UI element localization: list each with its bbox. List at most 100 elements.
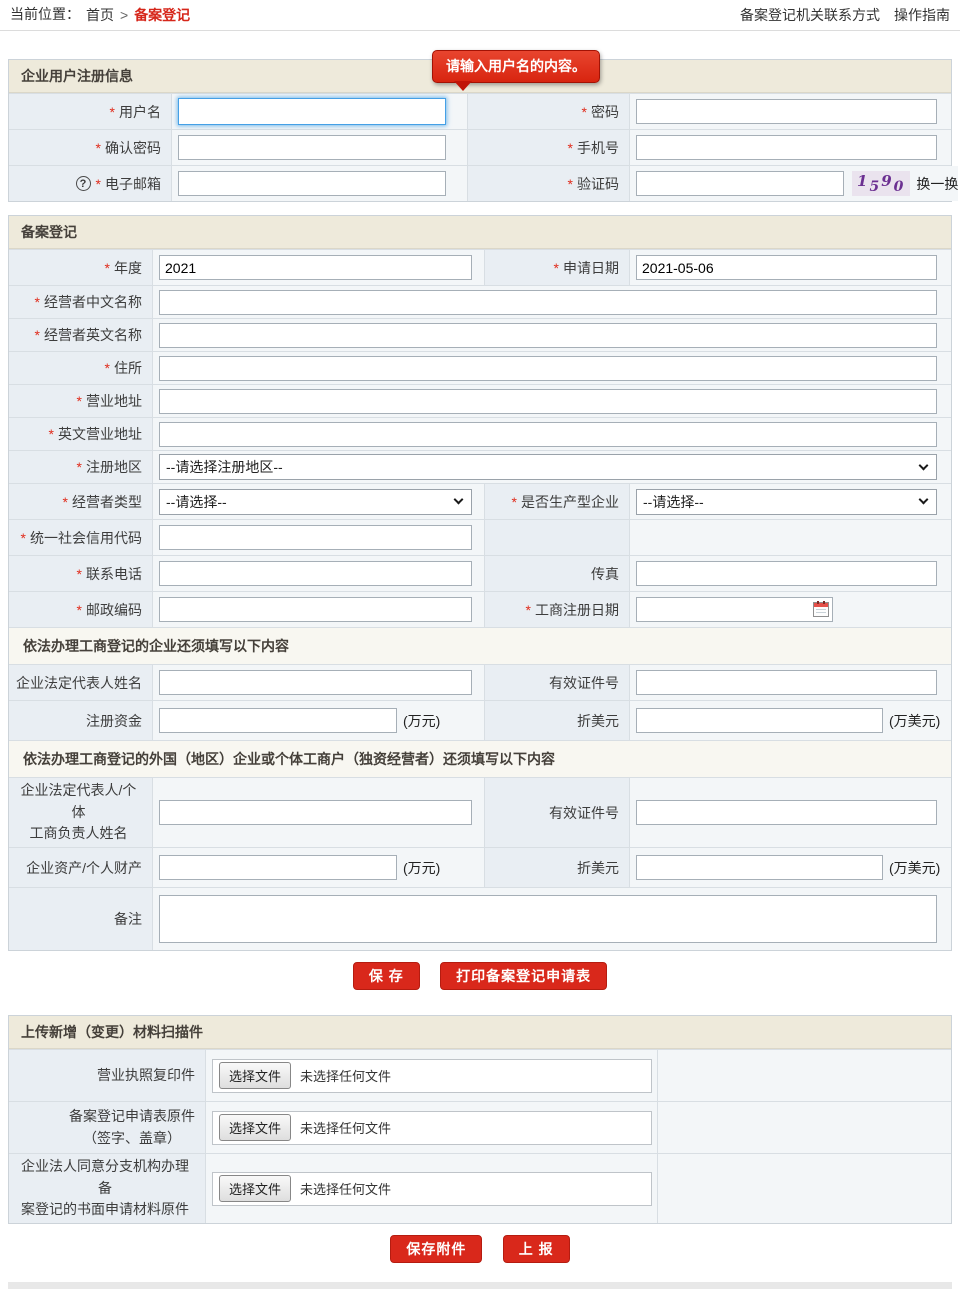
username-validation-tooltip: 请输入用户名的内容。 — [432, 50, 600, 83]
unit-wan-usd: (万美元) — [889, 858, 940, 878]
reg-date-input[interactable] — [636, 597, 833, 622]
breadcrumb-prefix: 当前位置： — [10, 4, 80, 26]
reg-date-field — [636, 597, 833, 622]
row-assets: 企业资产/个人财产 (万元) 折美元 (万美元) — [9, 847, 951, 887]
username-input[interactable] — [178, 98, 446, 125]
fax-input[interactable] — [636, 561, 937, 586]
row-username-password: * 用户名 * 密码 — [9, 93, 951, 129]
foreign-id-no-input[interactable] — [636, 800, 937, 825]
chevron-down-icon — [919, 495, 929, 505]
row-cn-name: * 经营者中文名称 — [9, 285, 951, 318]
foreign-id-no-label: 有效证件号 — [549, 803, 619, 823]
mobile-label: 手机号 — [577, 138, 619, 158]
row-remark: 备注 — [9, 887, 951, 950]
year-label: 年度 — [114, 258, 142, 278]
reg-capital-label: 注册资金 — [86, 711, 142, 731]
row-email-captcha: ? * 电子邮箱 * 验证码 1 5 9 0 换一换 — [9, 165, 951, 201]
row-phone-fax: * 联系电话 传真 — [9, 555, 951, 591]
password-input[interactable] — [636, 99, 937, 124]
production-select[interactable]: --请选择-- — [636, 489, 937, 515]
row-postcode-regdate: * 邮政编码 * 工商注册日期 — [9, 591, 951, 627]
assets-input[interactable] — [159, 855, 397, 880]
operator-type-select[interactable]: --请选择-- — [159, 489, 472, 515]
filing-registration-section: 备案登记 * 年度 * 申请日期 * 经营者中文名称 * 经营者英文名称 * 住… — [8, 215, 952, 951]
save-button[interactable]: 保 存 — [353, 962, 420, 990]
row-year-date: * 年度 * 申请日期 — [9, 249, 951, 285]
assets-usd-label: 折美元 — [577, 858, 619, 878]
apply-date-label: 申请日期 — [563, 258, 619, 278]
row-residence: * 住所 — [9, 351, 951, 384]
en-name-input[interactable] — [159, 323, 937, 348]
header-links: 备案登记机关联系方式 操作指南 — [740, 5, 950, 25]
upload-section: 上传新增（变更）材料扫描件 营业执照复印件 选择文件 未选择任何文件 备案登记申… — [8, 1015, 952, 1224]
biz-addr-input[interactable] — [159, 389, 937, 414]
row-credit-code: * 统一社会信用代码 — [9, 519, 951, 555]
id-no-input[interactable] — [636, 670, 937, 695]
breadcrumb-home-link[interactable]: 首页 — [86, 5, 114, 25]
confirm-password-label-cell: * 确认密码 — [9, 130, 171, 165]
row-reg-region: * 注册地区 --请选择注册地区-- — [9, 450, 951, 483]
reg-region-label: 注册地区 — [86, 457, 142, 477]
reg-region-select[interactable]: --请选择注册地区-- — [159, 454, 937, 480]
confirm-password-input[interactable] — [178, 135, 446, 160]
filing-buttons-row: 保 存 打印备案登记申请表 — [8, 951, 952, 1003]
postcode-input[interactable] — [159, 597, 472, 622]
foreign-subsection-title: 依法办理工商登记的外国（地区）企业或个体工商户（独资经营者）还须填写以下内容 — [9, 740, 951, 777]
save-attachment-button[interactable]: 保存附件 — [390, 1235, 482, 1263]
no-file-text: 未选择任何文件 — [300, 1066, 391, 1085]
submit-button[interactable]: 上 报 — [503, 1235, 570, 1263]
chevron-down-icon — [919, 460, 929, 470]
domestic-subsection-title: 依法办理工商登记的企业还须填写以下内容 — [9, 627, 951, 664]
biz-addr-label: 营业地址 — [86, 391, 142, 411]
help-icon[interactable]: ? — [76, 176, 91, 191]
upload-section-title: 上传新增（变更）材料扫描件 — [9, 1016, 951, 1049]
phone-label: 联系电话 — [86, 564, 142, 584]
captcha-label: 验证码 — [577, 174, 619, 194]
license-copy-filebox: 选择文件 未选择任何文件 — [212, 1059, 652, 1093]
usd-input[interactable] — [636, 708, 883, 733]
breadcrumb: 当前位置： 首页 > 备案登记 — [10, 4, 190, 26]
row-confirm-mobile: * 确认密码 * 手机号 — [9, 129, 951, 165]
credit-code-input[interactable] — [159, 525, 472, 550]
reg-capital-input[interactable] — [159, 708, 397, 733]
captcha-input[interactable] — [636, 171, 844, 196]
license-copy-label: 营业执照复印件 — [97, 1065, 195, 1087]
upload-buttons-row: 保存附件 上 报 — [8, 1224, 952, 1276]
cn-name-input[interactable] — [159, 290, 937, 315]
row-en-name: * 经营者英文名称 — [9, 318, 951, 351]
mobile-input[interactable] — [636, 135, 937, 160]
id-no-label: 有效证件号 — [549, 673, 619, 693]
top-bar: 当前位置： 首页 > 备案登记 备案登记机关联系方式 操作指南 — [0, 0, 960, 31]
filing-section-title: 备案登记 — [9, 216, 951, 249]
choose-file-button[interactable]: 选择文件 — [219, 1175, 291, 1202]
captcha-image[interactable]: 1 5 9 0 — [852, 171, 910, 196]
password-label-cell: * 密码 — [467, 94, 629, 129]
foreign-rep-input[interactable] — [159, 800, 472, 825]
year-input[interactable] — [159, 255, 472, 280]
row-foreign-rep: 企业法定代表人/个体 工商负责人姓名 有效证件号 — [9, 777, 951, 847]
en-biz-addr-input[interactable] — [159, 422, 937, 447]
captcha-refresh-link[interactable]: 换一换 — [916, 174, 958, 194]
choose-file-button[interactable]: 选择文件 — [219, 1114, 291, 1141]
confirm-password-label: 确认密码 — [105, 138, 161, 158]
assets-usd-input[interactable] — [636, 855, 883, 880]
operation-guide-link[interactable]: 操作指南 — [894, 5, 950, 25]
password-label: 密码 — [591, 102, 619, 122]
email-input[interactable] — [178, 171, 446, 196]
assets-label: 企业资产/个人财产 — [26, 858, 142, 878]
credit-code-label: 统一社会信用代码 — [30, 528, 142, 548]
legal-rep-input[interactable] — [159, 670, 472, 695]
apply-date-input[interactable] — [636, 255, 937, 280]
phone-input[interactable] — [159, 561, 472, 586]
reg-date-label: 工商注册日期 — [535, 600, 619, 620]
contact-info-link[interactable]: 备案登记机关联系方式 — [740, 5, 880, 25]
remark-textarea[interactable] — [159, 895, 937, 943]
legal-rep-label: 企业法定代表人姓名 — [16, 673, 142, 693]
calendar-icon[interactable] — [813, 602, 829, 617]
choose-file-button[interactable]: 选择文件 — [219, 1062, 291, 1089]
residence-input[interactable] — [159, 356, 937, 381]
captcha-label-cell: * 验证码 — [467, 166, 629, 201]
breadcrumb-current: 备案登记 — [134, 5, 190, 25]
residence-label: 住所 — [114, 358, 142, 378]
print-application-button[interactable]: 打印备案登记申请表 — [440, 962, 607, 990]
